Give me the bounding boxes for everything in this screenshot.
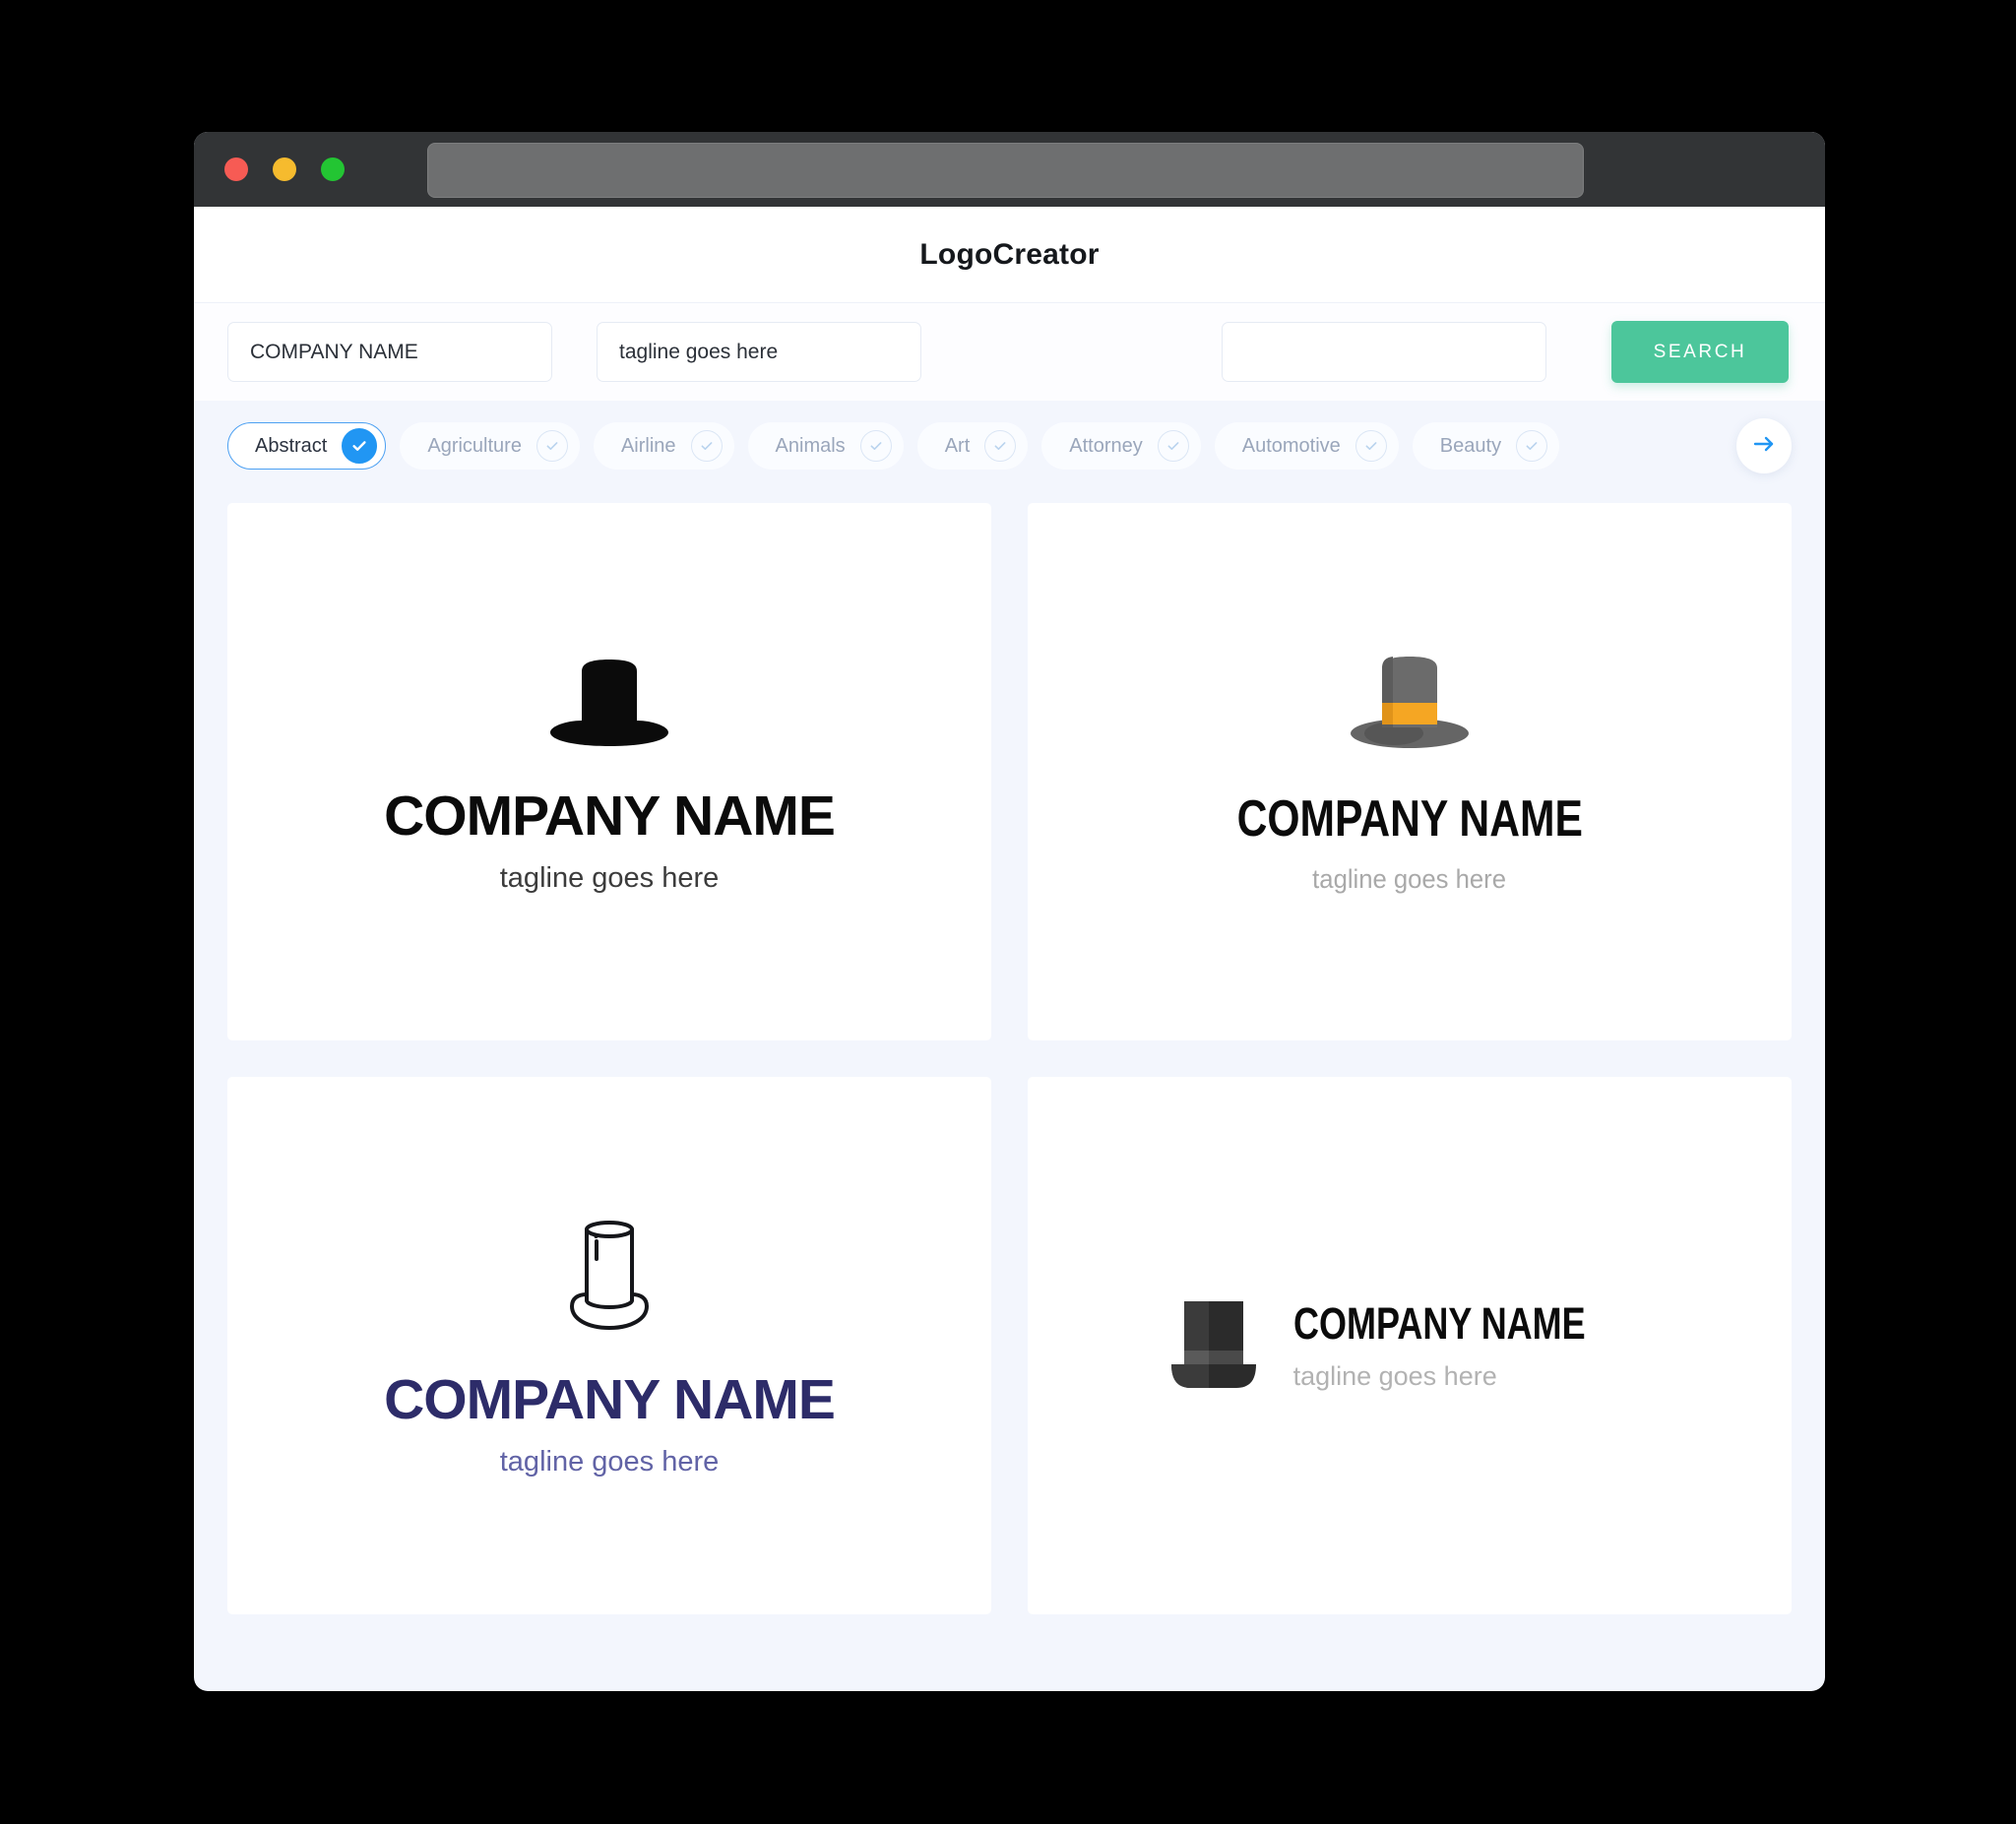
logo-tagline: tagline goes here	[499, 861, 720, 894]
categories-next-button[interactable]	[1736, 418, 1792, 473]
check-circle-filled-icon	[342, 428, 378, 464]
arrow-right-icon	[1751, 431, 1777, 462]
search-toolbar: SEARCH	[194, 302, 1825, 401]
category-chip-animals[interactable]: Animals	[747, 422, 904, 470]
close-window-button[interactable]	[224, 157, 248, 181]
top-hat-gray-orange-band-icon	[1347, 651, 1473, 758]
category-chip-label: Art	[944, 434, 971, 457]
address-bar[interactable]	[427, 143, 1584, 198]
check-circle-outline-icon	[1157, 430, 1189, 462]
logo-results-grid: COMPANY NAME tagline goes here COMPANY N…	[194, 491, 1825, 1648]
logo-tagline: tagline goes here	[1312, 864, 1507, 894]
check-circle-outline-icon	[536, 430, 568, 462]
category-chip-art[interactable]: Art	[916, 422, 1029, 470]
category-chip-label: Attorney	[1069, 434, 1143, 457]
top-hat-dark-flat-icon	[1162, 1289, 1266, 1403]
category-chip-automotive[interactable]: Automotive	[1214, 422, 1399, 470]
logo-tagline: tagline goes here	[499, 1445, 720, 1478]
logo-company-name: COMPANY NAME	[384, 784, 836, 848]
logo-card-2[interactable]: COMPANY NAME tagline goes here	[1028, 503, 1792, 1040]
logo-composition: COMPANY NAME tagline goes here	[384, 1216, 836, 1478]
top-hat-outline-icon	[549, 1216, 669, 1341]
logo-card-1[interactable]: COMPANY NAME tagline goes here	[227, 503, 991, 1040]
top-hat-solid-black-icon	[546, 652, 672, 755]
logo-text-block: COMPANY NAME tagline goes here	[1293, 1301, 1659, 1390]
category-chip-label: Automotive	[1241, 434, 1341, 457]
company-name-input[interactable]	[227, 322, 552, 382]
category-chip-label: Abstract	[255, 434, 328, 457]
category-chip-beauty[interactable]: Beauty	[1412, 422, 1560, 470]
check-circle-outline-icon	[984, 430, 1017, 462]
logo-card-4[interactable]: COMPANY NAME tagline goes here	[1028, 1077, 1792, 1614]
category-chip-attorney[interactable]: Attorney	[1041, 422, 1201, 470]
logo-company-name: COMPANY NAME	[1292, 1298, 1586, 1349]
category-chip-label: Airline	[620, 434, 676, 457]
tagline-input[interactable]	[597, 322, 921, 382]
maximize-window-button[interactable]	[321, 157, 345, 181]
check-circle-outline-icon	[1354, 430, 1387, 462]
category-chip-label: Beauty	[1439, 434, 1502, 457]
category-chip-airline[interactable]: Airline	[593, 422, 734, 470]
browser-titlebar	[194, 132, 1825, 207]
logo-composition: COMPANY NAME tagline goes here	[1199, 651, 1621, 893]
logo-composition: COMPANY NAME tagline goes here	[384, 652, 836, 894]
check-circle-outline-icon	[1516, 430, 1548, 462]
check-circle-outline-icon	[690, 430, 723, 462]
page-title: LogoCreator	[919, 237, 1100, 271]
logo-company-name: COMPANY NAME	[1236, 790, 1583, 848]
category-filter-bar: Abstract Agriculture Airline Animals Art	[194, 401, 1825, 491]
category-chip-agriculture[interactable]: Agriculture	[400, 422, 580, 470]
app-header: LogoCreator	[194, 207, 1825, 302]
search-button[interactable]: SEARCH	[1611, 321, 1789, 383]
logo-tagline: tagline goes here	[1292, 1361, 1497, 1391]
logo-company-name: COMPANY NAME	[384, 1367, 836, 1431]
logo-card-3[interactable]: COMPANY NAME tagline goes here	[227, 1077, 991, 1614]
category-chip-label: Animals	[775, 434, 846, 457]
logo-composition: COMPANY NAME tagline goes here	[1162, 1289, 1659, 1403]
window-controls	[224, 157, 345, 181]
browser-window: LogoCreator SEARCH Abstract Agriculture …	[194, 132, 1825, 1691]
check-circle-outline-icon	[859, 430, 892, 462]
category-chip-label: Agriculture	[427, 434, 522, 457]
keyword-input[interactable]	[1222, 322, 1546, 382]
category-chip-abstract[interactable]: Abstract	[227, 422, 387, 470]
minimize-window-button[interactable]	[273, 157, 296, 181]
